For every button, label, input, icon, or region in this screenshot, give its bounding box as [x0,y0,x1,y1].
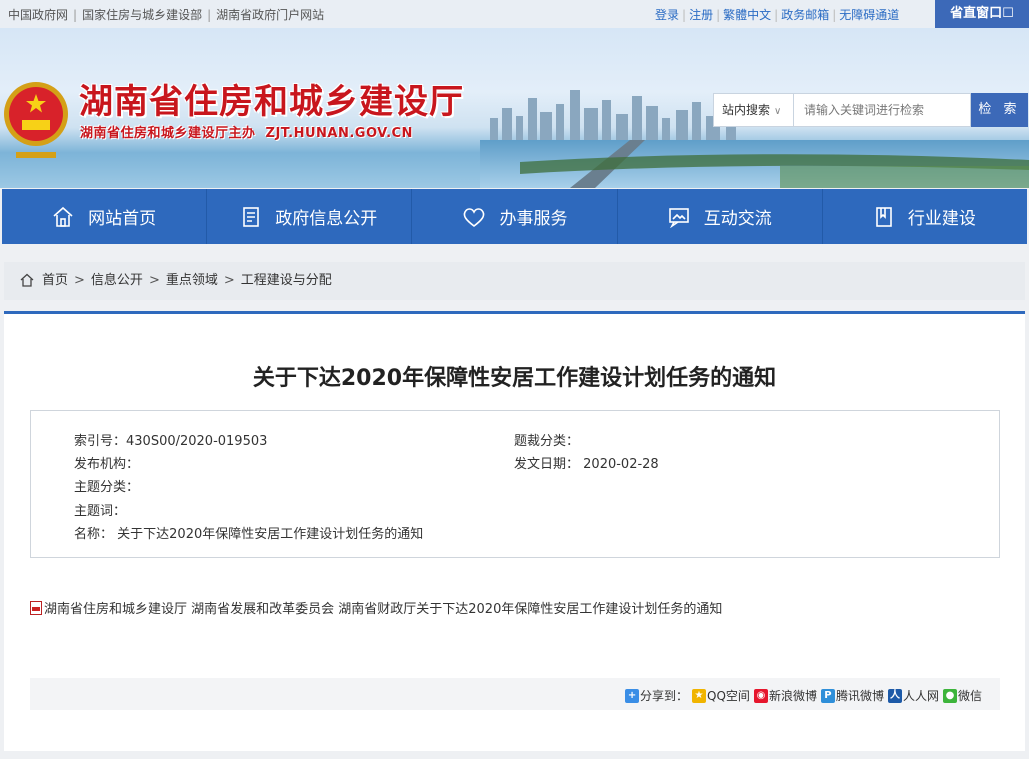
site-subtitle: 湖南省住房和城乡建设厅主办 ZJT.HUNAN.GOV.CN [80,122,413,141]
article-meta-box: 索引号：430S00/2020-019503 题裁分类： 发布机构： 发文日期：… [30,410,1000,558]
site-sponsor: 湖南省住房和城乡建设厅主办 [80,126,256,141]
nav-label: 互动交流 [703,209,772,229]
attachment-title: 湖南省住房和城乡建设厅 湖南省发展和改革委员会 湖南省财政厅关于下达2020年保… [44,602,723,617]
nav-label: 行业建设 [907,209,976,229]
site-title: 湖南省住房和城乡建设厅 [79,82,464,122]
nav-label: 办事服务 [499,209,568,229]
site-domain: ZJT.HUNAN.GOV.CN [265,126,413,141]
share-wechat-label: 微信 [957,689,982,703]
share-wechat[interactable]: ● 微信 [942,687,982,704]
provincial-window-button[interactable]: 省直窗口☐ [935,0,1029,28]
search-bar: 站内搜索∨ 检 索 [713,93,1028,127]
accessibility-link[interactable]: 无障碍通道 [839,8,899,22]
attachment-link[interactable]: 湖南省住房和城乡建设厅 湖南省发展和改革委员会 湖南省财政厅关于下达2020年保… [30,598,722,617]
article-title: 关于下达2020年保障性安居工作建设计划任务的通知 [252,366,777,391]
article-panel: 关于下达2020年保障性安居工作建设计划任务的通知 索引号：430S00/202… [4,311,1025,751]
meta-name-label: 名称： [74,527,114,542]
share-list: + 分享到： ★ QQ空间 ◉ 新浪微博 P 腾讯微博 人人人网 ● 微信 [625,687,982,704]
search-scope-label: 站内搜索 [722,103,771,117]
qzone-icon: ★ [692,688,707,703]
search-scope-select[interactable]: 站内搜索 ∨ [713,93,794,127]
breadcrumb-home[interactable]: 首页 [42,273,68,288]
breadcrumb: 首页 > 信息公开 > 重点领域 > 工程建设与分配 [4,262,1025,300]
share-renren[interactable]: 人人人网 [887,687,939,704]
meta-index-no: 索引号：430S00/2020-019503 [74,434,268,449]
share-label: 分享到： [640,689,689,703]
share-bar: + 分享到： ★ QQ空间 ◉ 新浪微博 P 腾讯微博 人人人网 ● 微信 [30,678,1000,710]
home-icon [20,273,34,287]
meta-issue-date: 发文日期： 2020-02-28 [514,453,659,472]
page: 中国政府网 | 国家住房与城乡建设部 | 湖南省政府门户网站 登录 | 注册 | 繁體中文 | 政务… [0,0,1029,759]
document-icon [243,206,260,227]
nav-label: 网站首页 [88,209,157,229]
top-right-links: 登录 | 注册 | 繁體中文 | 政务邮箱 | 无障碍通道 [655,8,900,22]
weibo-icon: ◉ [753,688,768,703]
share-renren-label: 人人网 [902,689,939,703]
nav-item-gov-info[interactable]: 政府信息公开 [207,189,413,244]
renren-icon: 人 [887,688,902,703]
window-square-icon: ☐ [1002,6,1014,21]
header-banner: 湖南省住房和城乡建设厅 湖南省住房和城乡建设厅主办 ZJT.HUNAN.GOV.C… [0,28,1029,188]
link-hunan-gov[interactable]: 湖南省政府门户网站 [216,8,324,22]
search-input[interactable] [794,93,971,127]
share-qzone[interactable]: ★ QQ空间 [692,687,750,704]
nav-item-interaction[interactable]: 互动交流 [618,189,823,244]
breadcrumb-construction[interactable]: 工程建设与分配 [241,273,332,288]
meta-issue-date-value: 2020-02-28 [583,457,659,472]
pdf-file-icon [30,601,42,615]
chat-image-icon [668,207,689,228]
gov-mail-link[interactable]: 政务邮箱 [781,8,829,22]
link-gov-cn[interactable]: 中国政府网 [8,8,68,22]
meta-topic: 主题分类： [74,480,140,495]
nav-item-home[interactable]: 网站首页 [2,189,208,244]
provincial-window-label: 省直窗口 [950,6,1003,21]
share-qzone-label: QQ空间 [707,689,750,703]
chevron-down-icon: ∨ [774,106,782,117]
search-button[interactable]: 检 索 [971,93,1028,127]
meta-name: 名称： 关于下达2020年保障性安居工作建设计划任务的通知 [74,523,423,542]
meta-publisher: 发布机构： [74,457,140,472]
share-tencent-weibo-label: 腾讯微博 [835,689,884,703]
national-emblem-icon [4,82,68,158]
heart-icon [463,207,484,227]
meta-keywords: 主题词： [74,504,127,519]
breadcrumb-info[interactable]: 信息公开 [91,273,143,288]
traditional-chinese-link[interactable]: 繁體中文 [723,8,771,22]
main-nav: 网站首页 政府信息公开 办事服务 互动交流 行业建设 [2,189,1027,244]
breadcrumb-key-areas[interactable]: 重点领域 [166,273,218,288]
book-icon [876,206,892,227]
share-weibo-label: 新浪微博 [768,689,817,703]
nav-item-industry[interactable]: 行业建设 [823,189,1027,244]
meta-name-value: 关于下达2020年保障性安居工作建设计划任务的通知 [117,527,424,542]
top-link-bar: 中国政府网 | 国家住房与城乡建设部 | 湖南省政府门户网站 登录 | 注册 | 繁體中文 | 政务… [0,0,1029,28]
nav-label: 政府信息公开 [275,209,378,229]
share-tencent-weibo[interactable]: P 腾讯微博 [820,687,884,704]
link-mohurd[interactable]: 国家住房与城乡建设部 [82,8,202,22]
wechat-icon: ● [942,688,957,703]
home-icon [53,206,73,227]
nav-item-services[interactable]: 办事服务 [412,189,618,244]
plus-share-icon: + [625,688,640,703]
login-link[interactable]: 登录 [655,8,679,22]
meta-issue-date-label: 发文日期： [514,457,580,472]
share-weibo[interactable]: ◉ 新浪微博 [753,687,817,704]
register-link[interactable]: 注册 [689,8,713,22]
meta-genre: 题裁分类： [514,434,580,449]
top-left-links: 中国政府网 | 国家住房与城乡建设部 | 湖南省政府门户网站 [8,8,325,22]
tencent-weibo-icon: P [820,688,835,703]
